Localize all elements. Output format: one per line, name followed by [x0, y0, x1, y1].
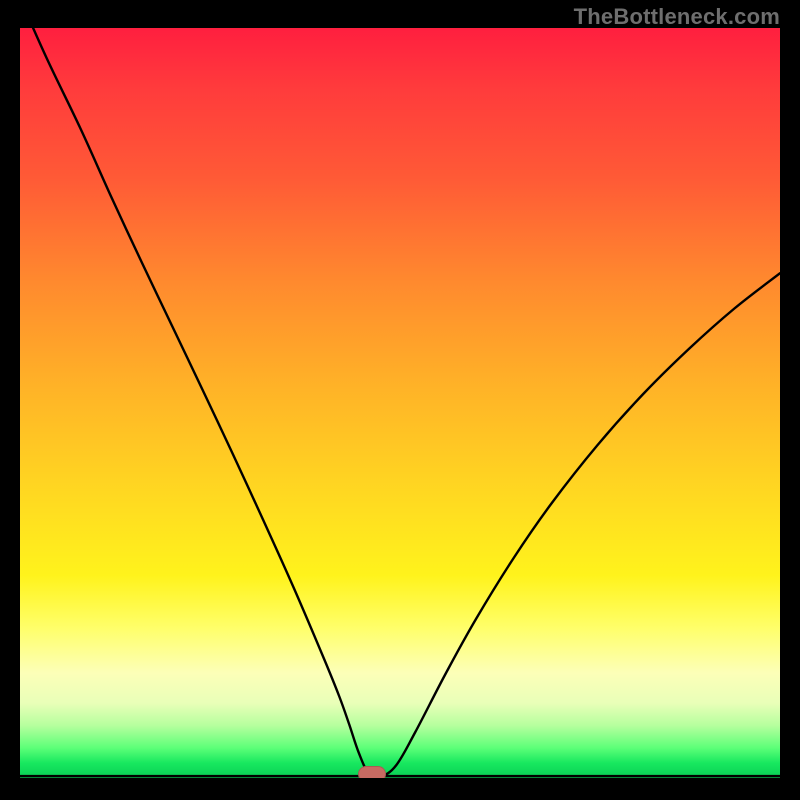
optimum-marker-icon [358, 766, 386, 778]
curve-svg [20, 28, 780, 778]
plot-area [20, 28, 780, 778]
plot-frame [10, 28, 790, 790]
chart-container: TheBottleneck.com [0, 0, 800, 800]
bottleneck-curve [20, 28, 780, 778]
watermark-text: TheBottleneck.com [574, 4, 780, 30]
